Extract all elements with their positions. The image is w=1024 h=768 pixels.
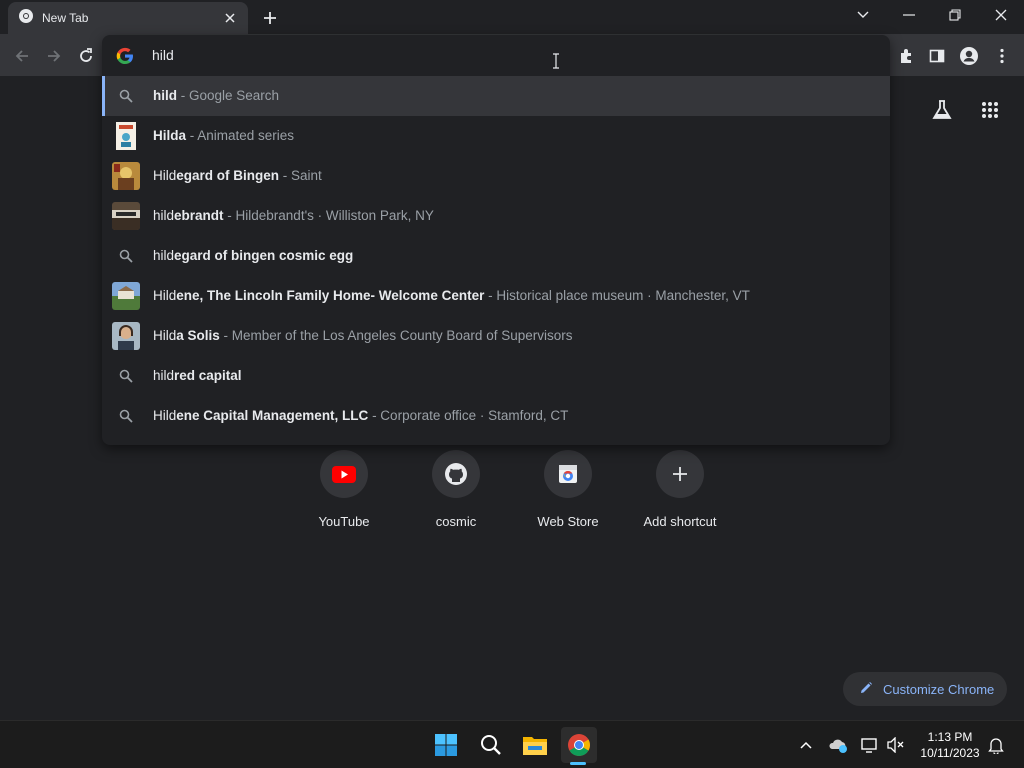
suggestion-description: - Google Search xyxy=(177,88,280,103)
suggestion-match: red capital xyxy=(174,368,242,383)
suggestion-match: egard of bingen cosmic egg xyxy=(174,248,354,263)
taskbar-clock[interactable]: 1:13 PM 10/11/2023 xyxy=(910,729,990,761)
notification-bell-icon[interactable] xyxy=(986,735,1006,755)
clock-time: 1:13 PM xyxy=(927,730,973,744)
back-button[interactable] xyxy=(8,42,36,70)
chrome-labs-icon[interactable] xyxy=(926,94,958,126)
google-apps-icon[interactable] xyxy=(974,94,1006,126)
google-g-icon xyxy=(116,47,134,65)
suggestion-description: - Animated series xyxy=(186,128,295,143)
suggestion-row[interactable]: hildred capital xyxy=(102,356,890,396)
taskbar-search-icon[interactable] xyxy=(473,727,509,763)
omnibox-input[interactable]: hild xyxy=(102,35,890,75)
text-cursor-icon xyxy=(551,53,561,69)
suggestion-row[interactable]: Hildene, The Lincoln Family Home- Welcom… xyxy=(102,276,890,316)
suggestion-prefix: Hild xyxy=(153,328,177,343)
windows-taskbar: 1:13 PM 10/11/2023 xyxy=(0,720,1024,768)
github-icon xyxy=(432,450,480,498)
minimize-button[interactable] xyxy=(886,0,932,30)
customize-chrome-label: Customize Chrome xyxy=(883,681,995,697)
shortcuts-grid: YouTube cosmic Web Store Add shortcut xyxy=(300,446,740,536)
show-hidden-icons-chevron-icon[interactable] xyxy=(796,735,816,755)
suggestion-match: ene Capital Management, LLC xyxy=(176,408,369,423)
chrome-window: New Tab YouTube cosmic Web Store Add sho… xyxy=(0,0,1024,768)
hildene-thumbnail xyxy=(112,282,140,310)
chrome-favicon-icon xyxy=(18,8,34,29)
suggestion-prefix: hild xyxy=(153,88,177,103)
volume-muted-icon[interactable] xyxy=(886,735,906,755)
hilda-thumbnail xyxy=(112,122,140,150)
suggestion-row[interactable]: hild - Google Search xyxy=(102,76,890,116)
shortcut-web-store[interactable]: Web Store xyxy=(518,446,618,536)
hilda-solis-thumbnail xyxy=(112,322,140,350)
suggestion-description: - Member of the Los Angeles County Board… xyxy=(219,328,573,343)
file-explorer-icon[interactable] xyxy=(517,727,553,763)
suggestion-row[interactable]: hildebrandt - Hildebrandt's · Williston … xyxy=(102,196,890,236)
new-tab-button[interactable] xyxy=(258,6,282,30)
suggestion-match: ebrandt xyxy=(174,208,224,223)
suggestion-row[interactable]: Hildene Capital Management, LLC - Corpor… xyxy=(102,396,890,436)
suggestion-prefix: hild xyxy=(153,208,175,223)
tab-title: New Tab xyxy=(42,11,89,25)
search-icon xyxy=(112,402,140,430)
shortcut-label: YouTube xyxy=(318,514,370,529)
shortcut-cosmic[interactable]: cosmic xyxy=(406,446,506,536)
network-icon[interactable] xyxy=(860,735,880,755)
reload-button[interactable] xyxy=(72,42,100,70)
suggestion-description: - Hildebrandt's · Williston Park, NY xyxy=(223,208,434,223)
side-panel-icon[interactable] xyxy=(923,42,951,70)
search-icon xyxy=(112,82,140,110)
plus-icon xyxy=(656,450,704,498)
menu-kebab-icon[interactable] xyxy=(988,42,1016,70)
search-icon xyxy=(112,242,140,270)
restore-button[interactable] xyxy=(932,0,978,30)
pencil-icon xyxy=(859,681,873,698)
suggestion-row[interactable]: Hilda Solis - Member of the Los Angeles … xyxy=(102,316,890,356)
suggestion-row[interactable]: hildegard of bingen cosmic egg xyxy=(102,236,890,276)
suggestion-match: Hilda xyxy=(153,128,187,143)
forward-button[interactable] xyxy=(40,42,68,70)
suggestion-list: hild - Google Search Hilda - Animated se… xyxy=(102,76,890,436)
customize-chrome-button[interactable]: Customize Chrome xyxy=(843,672,1007,706)
profile-avatar-icon[interactable] xyxy=(955,42,983,70)
shortcut-add[interactable]: Add shortcut xyxy=(630,446,730,536)
suggestion-row[interactable]: Hildegard of Bingen - Saint xyxy=(102,156,890,196)
suggestion-prefix: hild xyxy=(153,368,175,383)
search-icon xyxy=(112,362,140,390)
suggestion-prefix: Hild xyxy=(153,168,177,183)
suggestion-prefix: hild xyxy=(153,248,175,263)
youtube-icon xyxy=(320,450,368,498)
suggestion-row[interactable]: Hilda - Animated series xyxy=(102,116,890,156)
shortcut-label: cosmic xyxy=(435,514,477,529)
chrome-taskbar-icon[interactable] xyxy=(561,727,597,763)
suggestion-match: egard of Bingen xyxy=(176,168,280,183)
shortcut-label: Web Store xyxy=(537,514,599,529)
suggestion-description: - Corporate office · Stamford, CT xyxy=(368,408,569,423)
suggestion-match: a Solis xyxy=(176,328,220,343)
hildebrandt-thumbnail xyxy=(112,202,140,230)
suggestion-prefix: Hild xyxy=(153,408,177,423)
omnibox-text: hild xyxy=(152,47,174,63)
tab-new-tab[interactable]: New Tab xyxy=(8,2,248,34)
webstore-icon xyxy=(544,450,592,498)
shortcut-youtube[interactable]: YouTube xyxy=(294,446,394,536)
suggestion-match: ene, The Lincoln Family Home- Welcome Ce… xyxy=(176,288,485,303)
shortcut-label: Add shortcut xyxy=(643,514,717,529)
suggestion-description: - Saint xyxy=(279,168,322,183)
extensions-icon[interactable] xyxy=(892,42,920,70)
close-window-button[interactable] xyxy=(978,0,1024,30)
clock-date: 10/11/2023 xyxy=(920,746,980,760)
close-tab-icon[interactable] xyxy=(222,10,238,26)
suggestion-description: - Historical place museum · Manchester, … xyxy=(484,288,750,303)
onedrive-icon[interactable] xyxy=(828,735,848,755)
suggestion-prefix: Hild xyxy=(153,288,177,303)
tab-strip: New Tab xyxy=(0,0,1024,34)
windows-start-icon[interactable] xyxy=(428,727,464,763)
hildegard-thumbnail xyxy=(112,162,140,190)
active-app-indicator xyxy=(570,762,586,765)
tab-search-chevron-icon[interactable] xyxy=(840,0,886,30)
omnibox-dropdown: hild hild - Google Search Hilda - Animat… xyxy=(102,35,890,445)
